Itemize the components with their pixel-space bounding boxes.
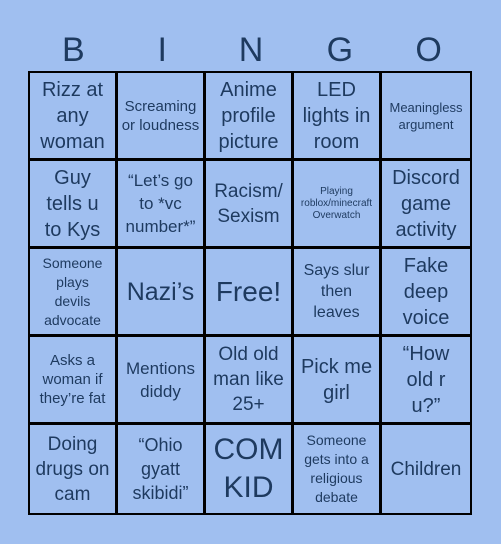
bingo-board: Rizz at any woman Screaming or loudness …: [28, 71, 472, 515]
cell-label: Anime profile picture: [218, 78, 279, 153]
cell-label: Nazi’s: [126, 277, 195, 306]
bingo-cell[interactable]: Mentions diddy: [118, 337, 206, 425]
cell-label: Free!: [215, 275, 282, 307]
cell-label: Children: [390, 458, 462, 480]
bingo-cell[interactable]: Someone gets into a religious debate: [294, 425, 382, 513]
bingo-cell[interactable]: Racism/ Sexism: [206, 161, 294, 249]
bingo-header: B I N G O: [29, 30, 473, 70]
bingo-cell[interactable]: Rizz at any woman: [30, 73, 118, 161]
cell-label: Discord game activity: [392, 166, 460, 241]
bingo-cell[interactable]: Guy tells u to Kys: [30, 161, 118, 249]
bingo-cell[interactable]: “Ohio gyatt skibidi”: [118, 425, 206, 513]
bingo-cell[interactable]: LED lights in room: [294, 73, 382, 161]
cell-label: Screaming or loudness: [121, 97, 200, 134]
bingo-cell[interactable]: Meaningless argument: [382, 73, 470, 161]
bingo-cell[interactable]: Playing roblox/minecraft Overwatch: [294, 161, 382, 249]
bingo-cell[interactable]: Old old man like 25+: [206, 337, 294, 425]
cell-label: Guy tells u to Kys: [44, 166, 101, 241]
cell-label: Someone gets into a religious debate: [304, 432, 369, 505]
cell-label: COM KID: [213, 433, 284, 504]
cell-label: “How old r u?”: [402, 342, 450, 417]
bingo-cell[interactable]: Screaming or loudness: [118, 73, 206, 161]
bingo-cell[interactable]: Discord game activity: [382, 161, 470, 249]
bingo-cell[interactable]: Says slur then leaves: [294, 249, 382, 337]
bingo-cell[interactable]: Anime profile picture: [206, 73, 294, 161]
bingo-cell[interactable]: Doing drugs on cam: [30, 425, 118, 513]
cell-label: “Ohio gyatt skibidi”: [132, 435, 189, 503]
bingo-cell[interactable]: Someone plays devils advocate: [30, 249, 118, 337]
bingo-cell[interactable]: “Let’s go to *vc number*”: [118, 161, 206, 249]
header-letter-i: I: [157, 31, 167, 69]
bingo-cell[interactable]: Children: [382, 425, 470, 513]
cell-label: Playing roblox/minecraft Overwatch: [300, 185, 373, 221]
cell-label: LED lights in room: [302, 78, 371, 153]
bingo-cell[interactable]: Pick me girl: [294, 337, 382, 425]
cell-label: Someone plays devils advocate: [42, 254, 103, 328]
bingo-cell[interactable]: “How old r u?”: [382, 337, 470, 425]
header-letter-o: O: [415, 31, 442, 69]
bingo-cell[interactable]: Asks a woman if they’re fat: [30, 337, 118, 425]
cell-label: Rizz at any woman: [40, 78, 105, 153]
cell-label: Says slur then leaves: [303, 262, 370, 321]
header-letter-g: G: [326, 31, 354, 69]
cell-label: Doing drugs on cam: [35, 433, 110, 505]
cell-label: Mentions diddy: [126, 358, 195, 401]
cell-label: Pick me girl: [300, 355, 373, 404]
cell-label: “Let’s go to *vc number*”: [125, 171, 196, 236]
header-letter-n: N: [238, 31, 264, 69]
free-space[interactable]: Free!: [206, 249, 294, 337]
bingo-cell[interactable]: COM KID: [206, 425, 294, 513]
header-letter-b: B: [62, 31, 85, 69]
cell-label: Old old man like 25+: [213, 344, 284, 415]
cell-label: Racism/ Sexism: [214, 180, 283, 227]
cell-label: Meaningless argument: [389, 99, 463, 132]
cell-label: Fake deep voice: [402, 254, 450, 329]
bingo-cell[interactable]: Nazi’s: [118, 249, 206, 337]
cell-label: Asks a woman if they’re fat: [39, 352, 106, 407]
bingo-cell[interactable]: Fake deep voice: [382, 249, 470, 337]
